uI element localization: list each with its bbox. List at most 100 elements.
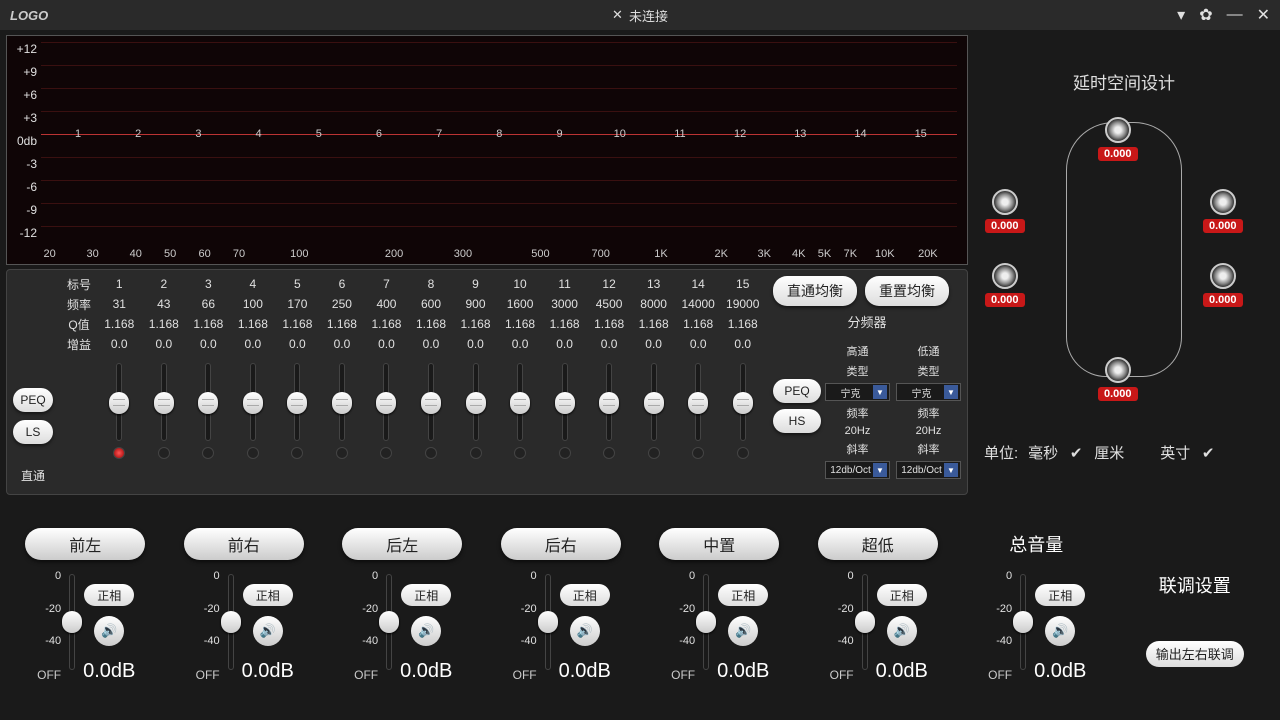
channel-fader-4[interactable] (703, 574, 709, 670)
channel-master: 总音量 0-20-40OFF 正相 🔊 0.0dB (961, 524, 1112, 711)
eq-slider-15[interactable] (740, 363, 746, 441)
lp-type-select[interactable]: 宁克▼ (896, 383, 961, 401)
eq-led-13[interactable] (648, 447, 660, 459)
eq-slider-10[interactable] (517, 363, 523, 441)
eq-led-3[interactable] (202, 447, 214, 459)
eq-led-12[interactable] (603, 447, 615, 459)
eq-slider-2[interactable] (161, 363, 167, 441)
link-column: 联调设置 输出左右联调 (1120, 524, 1271, 711)
eq-led-8[interactable] (425, 447, 437, 459)
eq-led-1[interactable] (113, 447, 125, 459)
phase-button-2[interactable]: 正相 (401, 584, 451, 606)
title-bar: LOGO ✕ 未连接 ▾ ✿ — ✕ (0, 0, 1280, 30)
channel-select-5[interactable]: 超低 (818, 528, 938, 560)
output-link-button[interactable]: 输出左右联调 (1146, 641, 1244, 667)
eq-slider-3[interactable] (205, 363, 211, 441)
delay-title: 延时空间设计 (978, 69, 1270, 94)
channel-fader-2[interactable] (386, 574, 392, 670)
dropdown-icon[interactable]: ▾ (1177, 5, 1185, 25)
channel-select-1[interactable]: 前右 (184, 528, 304, 560)
eq-slider-11[interactable] (562, 363, 568, 441)
channel-db-master: 0.0dB (1034, 660, 1086, 683)
channel-fader-master[interactable] (1020, 574, 1026, 670)
eq-slider-14[interactable] (695, 363, 701, 441)
channel-fader-1[interactable] (228, 574, 234, 670)
channel-select-0[interactable]: 前左 (25, 528, 145, 560)
unit-in-check[interactable]: ✔ (1200, 445, 1216, 461)
mute-button-2[interactable]: 🔊 (411, 616, 441, 646)
mute-button-4[interactable]: 🔊 (728, 616, 758, 646)
phase-button-3[interactable]: 正相 (560, 584, 610, 606)
speaker-1[interactable]: 0.000 (985, 189, 1025, 233)
phase-button-0[interactable]: 正相 (84, 584, 134, 606)
eq-slider-7[interactable] (383, 363, 389, 441)
ls-button[interactable]: LS (13, 420, 53, 444)
eq-led-14[interactable] (692, 447, 704, 459)
channel-select-3[interactable]: 后右 (501, 528, 621, 560)
eq-led-4[interactable] (247, 447, 259, 459)
phase-button-master[interactable]: 正相 (1035, 584, 1085, 606)
eq-led-6[interactable] (336, 447, 348, 459)
mute-button-1[interactable]: 🔊 (253, 616, 283, 646)
reset-eq-button[interactable]: 重置均衡 (865, 276, 949, 306)
eq-slider-6[interactable] (339, 363, 345, 441)
speaker-2[interactable]: 0.000 (1203, 189, 1243, 233)
bypass-eq-button[interactable]: 直通均衡 (773, 276, 857, 306)
gear-icon[interactable]: ✿ (1199, 5, 1212, 25)
mute-button-3[interactable]: 🔊 (570, 616, 600, 646)
eq-led-15[interactable] (737, 447, 749, 459)
channel-db-4: 0.0dB (717, 660, 769, 683)
channel-fader-5[interactable] (862, 574, 868, 670)
lp-slope-select[interactable]: 12db/Oct▼ (896, 461, 961, 479)
eq-led-9[interactable] (470, 447, 482, 459)
disconnect-icon: ✕ (612, 7, 623, 23)
channel-fader-3[interactable] (545, 574, 551, 670)
phase-button-5[interactable]: 正相 (877, 584, 927, 606)
unit-selector: 单位: 毫秒✔ 厘米 英寸✔ (978, 442, 1270, 463)
eq-led-5[interactable] (291, 447, 303, 459)
minimize-icon[interactable]: — (1227, 6, 1243, 24)
speaker-0[interactable]: 0.000 (1098, 117, 1138, 161)
eq-slider-4[interactable] (250, 363, 256, 441)
speaker-icon: 🔊 (577, 623, 593, 639)
eq-slider-13[interactable] (651, 363, 657, 441)
eq-slider-9[interactable] (473, 363, 479, 441)
speaker-3[interactable]: 0.000 (985, 263, 1025, 307)
eq-slider-8[interactable] (428, 363, 434, 441)
unit-cm-check[interactable] (1134, 445, 1150, 461)
mute-button-master[interactable]: 🔊 (1045, 616, 1075, 646)
pass-label: 直通 (13, 467, 53, 484)
eq-led-10[interactable] (514, 447, 526, 459)
close-icon[interactable]: ✕ (1257, 5, 1270, 25)
eq-slider-1[interactable] (116, 363, 122, 441)
channel-select-2[interactable]: 后左 (342, 528, 462, 560)
unit-ms-check[interactable]: ✔ (1068, 445, 1084, 461)
mute-button-5[interactable]: 🔊 (887, 616, 917, 646)
peq-right-button[interactable]: PEQ (773, 379, 821, 403)
hs-button[interactable]: HS (773, 409, 821, 433)
channel-db-3: 0.0dB (559, 660, 611, 683)
phase-button-4[interactable]: 正相 (718, 584, 768, 606)
channel-4: 中置 0-20-40OFF 正相 🔊 0.0dB (644, 524, 795, 711)
speaker-icon: 🔊 (260, 623, 276, 639)
channel-fader-0[interactable] (69, 574, 75, 670)
hp-slope-select[interactable]: 12db/Oct▼ (825, 461, 890, 479)
channel-1: 前右 0-20-40OFF 正相 🔊 0.0dB (169, 524, 320, 711)
phase-button-1[interactable]: 正相 (243, 584, 293, 606)
speaker-4[interactable]: 0.000 (1203, 263, 1243, 307)
channel-db-1: 0.0dB (242, 660, 294, 683)
eq-slider-12[interactable] (606, 363, 612, 441)
eq-graph[interactable]: +12+9+6+30db-3-6-9-12 123456789101112131… (6, 35, 968, 265)
eq-led-11[interactable] (559, 447, 571, 459)
speaker-icon: 🔊 (418, 623, 434, 639)
eq-led-7[interactable] (380, 447, 392, 459)
speaker-5[interactable]: 0.000 (1098, 357, 1138, 401)
peq-button[interactable]: PEQ (13, 388, 53, 412)
hp-type-select[interactable]: 宁克▼ (825, 383, 890, 401)
eq-slider-5[interactable] (294, 363, 300, 441)
channel-select-4[interactable]: 中置 (659, 528, 779, 560)
eq-led-2[interactable] (158, 447, 170, 459)
speaker-icon (1105, 117, 1131, 143)
mute-button-0[interactable]: 🔊 (94, 616, 124, 646)
speaker-icon (1210, 263, 1236, 289)
